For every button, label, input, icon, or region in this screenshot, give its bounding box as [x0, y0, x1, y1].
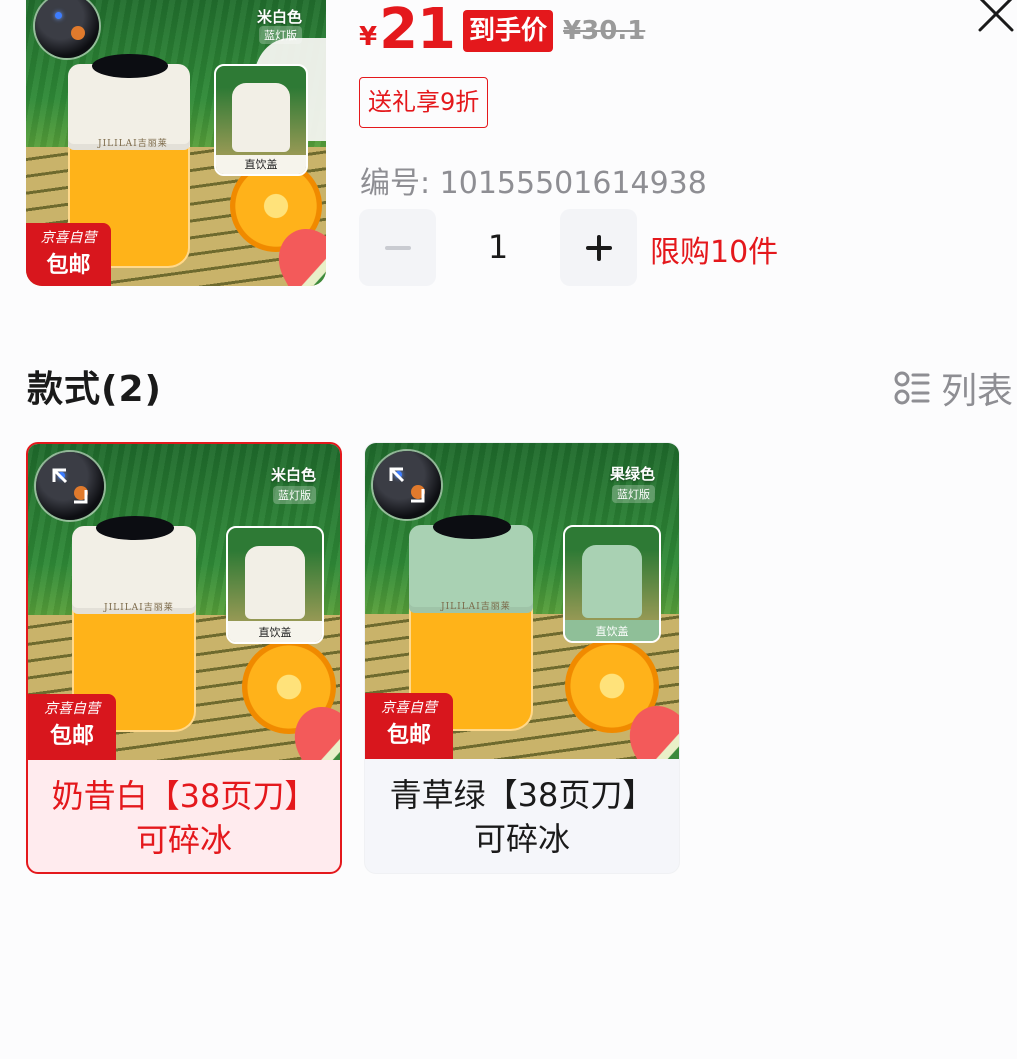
jingxi-badge: 京喜自营 包邮 — [26, 223, 111, 286]
option-label: 青草绿【38页刀】 可碎冰 — [365, 773, 679, 861]
inset-jar — [244, 546, 306, 620]
plus-icon — [585, 234, 612, 261]
jingxi-badge: 京喜自营 包邮 — [28, 694, 116, 760]
blender-control-panel — [92, 54, 168, 78]
minus-icon — [384, 245, 411, 250]
quantity-decrease-button[interactable] — [359, 209, 436, 286]
current-price: 21 — [379, 0, 456, 62]
inset-image: 直饮盖 — [563, 525, 661, 643]
option-label-line1: 奶昔白【38页刀】 — [51, 777, 317, 815]
option-image: JILILAI吉丽莱 直饮盖 果绿色 蓝灯版 京喜自营 包邮 — [365, 443, 679, 759]
badge-line2: 包邮 — [49, 724, 94, 749]
blender-control-panel — [96, 516, 174, 540]
option-card-cream-white[interactable]: JILILAI吉丽莱 直饮盖 米白色 蓝灯版 京喜自营 包邮 奶昔白【38页刀】… — [26, 442, 342, 874]
purchase-limit: 限购10件 — [650, 235, 779, 270]
inset-image: 直饮盖 — [214, 64, 308, 176]
image-variant-tag: 蓝灯版 — [273, 486, 316, 504]
inset-jar — [581, 545, 643, 619]
price-currency: ¥ — [359, 22, 378, 52]
badge-line1: 京喜自营 — [381, 700, 437, 716]
option-label-line1: 青草绿【38页刀】 — [389, 776, 655, 814]
quantity-value[interactable]: 1 — [436, 228, 560, 266]
sku-number: 编号: 10155501614938 — [360, 166, 707, 201]
brand-text: JILILAI吉丽莱 — [104, 603, 174, 613]
option-label-line2: 可碎冰 — [473, 820, 570, 858]
quantity-increase-button[interactable] — [560, 209, 637, 286]
list-icon — [894, 371, 930, 405]
close-button[interactable] — [974, 0, 1017, 36]
options-section-title: 款式(2) — [27, 369, 162, 410]
image-variant-tag: 蓝灯版 — [259, 26, 302, 44]
badge-line1: 京喜自营 — [40, 230, 97, 246]
option-card-grass-green[interactable]: JILILAI吉丽莱 直饮盖 果绿色 蓝灯版 京喜自营 包邮 青草绿【38页刀】… — [364, 442, 680, 874]
inset-caption: 直饮盖 — [565, 620, 659, 641]
zoom-icon[interactable] — [385, 463, 429, 507]
image-variant-tag: 蓝灯版 — [612, 485, 655, 503]
image-color-name: 米白色 — [270, 466, 316, 484]
list-view-toggle[interactable]: 列表 — [893, 362, 1013, 414]
jingxi-badge: 京喜自营 包邮 — [365, 693, 453, 759]
inset-jar — [232, 83, 290, 153]
brand-text: JILILAI吉丽莱 — [98, 139, 168, 149]
close-icon — [978, 0, 1014, 32]
badge-line1: 京喜自营 — [44, 701, 100, 717]
blender-control-panel — [433, 515, 511, 539]
option-label-line2: 可碎冰 — [135, 821, 232, 859]
badge-line2: 包邮 — [46, 253, 91, 278]
list-toggle-label: 列表 — [941, 371, 1014, 412]
brand-text: JILILAI吉丽莱 — [441, 602, 511, 612]
price-tag-badge: 到手价 — [463, 10, 554, 52]
badge-line2: 包邮 — [386, 723, 431, 748]
promo-tag: 送礼享9折 — [359, 77, 489, 128]
inset-image: 直饮盖 — [226, 526, 324, 644]
original-price: ¥30.1 — [563, 16, 646, 46]
inset-caption: 直饮盖 — [228, 621, 322, 642]
inset-caption: 直饮盖 — [216, 154, 306, 174]
option-image: JILILAI吉丽莱 直饮盖 米白色 蓝灯版 京喜自营 包邮 — [28, 444, 340, 760]
product-main-image[interactable]: JILILAI吉丽莱 直饮盖 米白色 蓝灯版 京喜自营 包邮 — [26, 0, 326, 286]
option-label: 奶昔白【38页刀】 可碎冰 — [28, 774, 340, 862]
zoom-icon[interactable] — [48, 464, 92, 508]
image-color-name: 果绿色 — [609, 465, 655, 483]
image-color-name: 米白色 — [256, 8, 302, 26]
price-row: ¥ 21 到手价 ¥30.1 — [359, 0, 645, 58]
